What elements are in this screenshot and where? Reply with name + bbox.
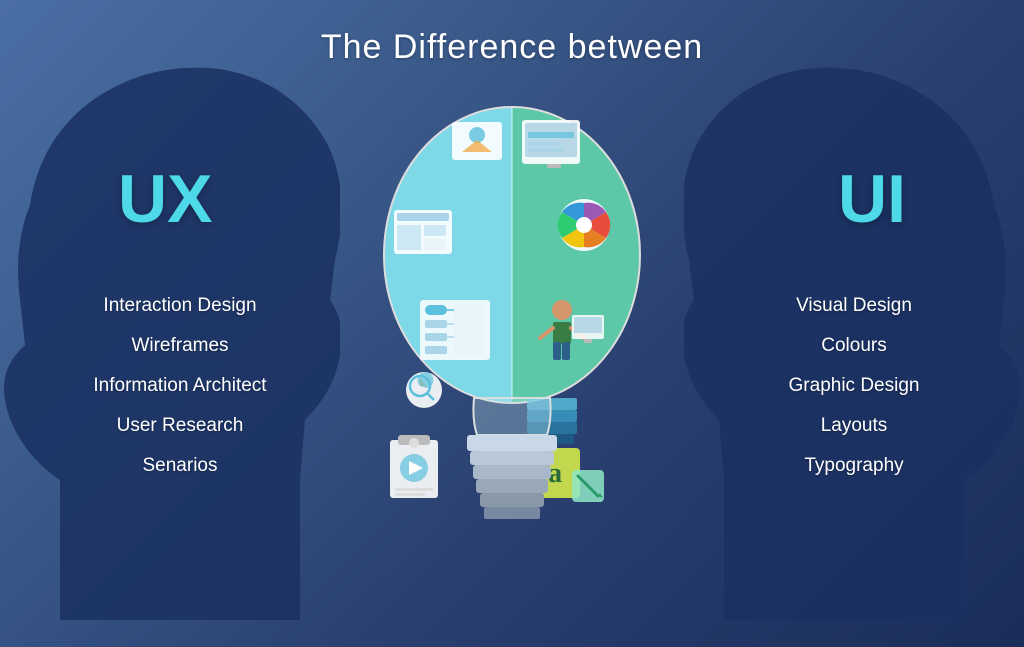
ux-item-0: Interaction Design: [60, 295, 300, 317]
ui-item-0: Visual Design: [744, 295, 964, 317]
ux-items-list: Interaction Design Wireframes Informatio…: [60, 295, 300, 477]
ux-item-2: Information Architect: [60, 375, 300, 397]
ux-label: UX: [118, 160, 212, 238]
ux-item-3: User Research: [60, 415, 300, 437]
ux-item-1: Wireframes: [60, 335, 300, 357]
lightbulb-diagram: Aa: [362, 80, 662, 600]
ux-item-4: Senarios: [60, 455, 300, 477]
ui-item-2: Graphic Design: [744, 375, 964, 397]
ui-items-list: Visual Design Colours Graphic Design Lay…: [744, 295, 964, 477]
page-title: The Difference between: [321, 28, 703, 67]
ui-label: UI: [838, 160, 906, 238]
ui-item-4: Typography: [744, 455, 964, 477]
ui-item-1: Colours: [744, 335, 964, 357]
ui-item-3: Layouts: [744, 415, 964, 437]
